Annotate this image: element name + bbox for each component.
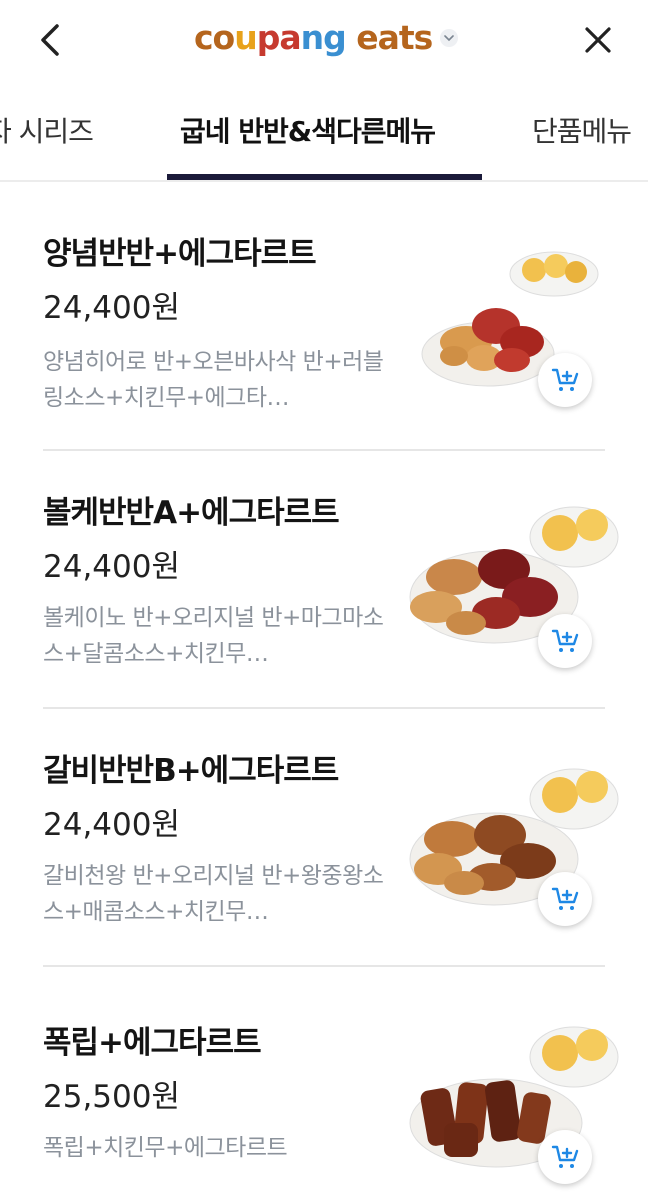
menu-item-description: 폭립+치킨무+에그타르트 (43, 1135, 288, 1161)
menu-item-name: 폭립+에그타르트 (43, 1025, 262, 1061)
add-to-cart-button[interactable] (538, 1130, 592, 1184)
coupang-eats-logo: coupang eats (194, 18, 433, 57)
menu-item[interactable]: 볼케반반A+에그타르트 24,400원 볼케이노 반+오리지널 반+마그마소스+… (0, 451, 648, 709)
menu-item-price: 24,400원 (43, 549, 180, 585)
tab-series[interactable]: 자 시리즈 (0, 110, 94, 150)
chevron-down-icon (440, 29, 459, 47)
menu-item-name: 양념반반+에그타르트 (43, 236, 317, 272)
cart-plus-icon (551, 887, 579, 910)
cart-plus-icon (551, 368, 579, 391)
back-button[interactable] (30, 18, 70, 62)
cart-plus-icon (551, 1145, 579, 1168)
close-button[interactable] (576, 18, 620, 62)
close-icon (585, 27, 611, 53)
menu-item-name: 갈비반반B+에그타르트 (43, 753, 339, 789)
menu-item[interactable]: 갈비반반B+에그타르트 24,400원 갈비천왕 반+오리지널 반+왕중왕소스+… (0, 709, 648, 967)
active-tab-indicator (167, 174, 482, 180)
tab-single-menu[interactable]: 단품메뉴 (532, 110, 632, 150)
menu-item[interactable]: 양념반반+에그타르트 24,400원 양념히어로 반+오븐바사삭 반+러블링소스… (0, 182, 648, 451)
add-to-cart-button[interactable] (538, 353, 592, 407)
menu-item-description: 볼케이노 반+오리지널 반+마그마소스+달콤소스+치킨무… (43, 605, 384, 667)
tab-half-half-menu[interactable]: 굽네 반반&색다른메뉴 (180, 110, 436, 150)
menu-item[interactable]: 폭립+에그타르트 25,500원 폭립+치킨무+에그타르트 (0, 967, 648, 1194)
add-to-cart-button[interactable] (538, 614, 592, 668)
menu-item-name: 볼케반반A+에그타르트 (43, 495, 340, 531)
cart-plus-icon (551, 629, 579, 652)
menu-item-description: 양념히어로 반+오븐바사삭 반+러블링소스+치킨무+에그타… (43, 349, 384, 411)
menu-item-description: 갈비천왕 반+오리지널 반+왕중왕소스+매콤소스+치킨무… (43, 863, 384, 925)
menu-item-price: 25,500원 (43, 1079, 180, 1115)
add-to-cart-button[interactable] (538, 872, 592, 926)
chevron-left-icon (41, 24, 59, 56)
menu-item-price: 24,400원 (43, 290, 180, 326)
category-tabs: 자 시리즈 굽네 반반&색다른메뉴 단품메뉴 (0, 84, 648, 182)
top-bar: coupang eats (0, 0, 648, 80)
menu-item-price: 24,400원 (43, 807, 180, 843)
coupang-eats-logo-dropdown[interactable]: coupang eats (194, 14, 459, 62)
